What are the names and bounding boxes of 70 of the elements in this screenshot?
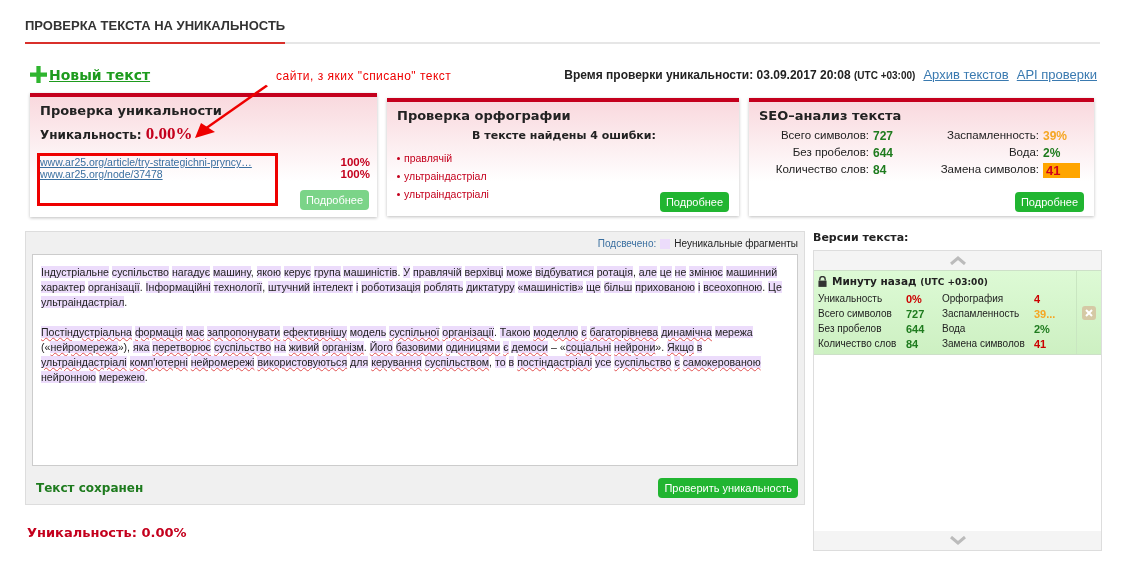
version-stat-value: 0% — [906, 293, 923, 305]
details-button[interactable]: Подробнее — [1014, 192, 1084, 212]
check-uniqueness-button[interactable]: Проверить уникальность — [658, 478, 798, 498]
version-stat-label: Без пробелов — [818, 323, 883, 335]
card-title: SEO–анализ текста — [759, 108, 903, 123]
version-stat-value: 727 — [906, 308, 926, 320]
stat-label: Всего символов: — [779, 129, 869, 143]
version-stat-value: 2% — [1034, 323, 1051, 335]
stat-label: Количество слов: — [774, 163, 869, 177]
scroll-up-button[interactable] — [814, 251, 1101, 270]
stat-label: Замена символов: — [939, 163, 1039, 177]
spelling-error: правлячій — [404, 152, 453, 164]
new-text-link[interactable]: Новый текст — [30, 66, 151, 83]
version-stat-label: Замена символов — [942, 338, 1026, 350]
bullet-icon — [397, 174, 400, 178]
scroll-down-button[interactable] — [814, 531, 1101, 550]
annotation-text: сайти, з яких "списано" текст — [276, 69, 452, 83]
version-stat-value: 39... — [1034, 308, 1057, 320]
stat-value: 727 — [873, 129, 894, 143]
source-percent: 100% — [340, 168, 370, 180]
version-stat-label: Орфография — [942, 293, 1005, 305]
version-stat-label: Количество слов — [818, 338, 898, 350]
stat-label: Вода: — [1007, 146, 1039, 160]
bullet-icon — [397, 192, 400, 196]
text-area[interactable] — [32, 254, 798, 466]
uniqueness-label: Уникальность: — [40, 128, 142, 142]
details-button[interactable]: Подробнее — [659, 192, 729, 212]
check-time: Время проверки уникальности: 03.09.2017 20:08 (UTC +03:00) — [564, 68, 916, 82]
close-icon — [1085, 308, 1093, 317]
nav-link[interactable]: Архив текстов — [923, 67, 1009, 82]
version-stat-value: 4 — [1034, 293, 1042, 305]
version-stat-value: 644 — [906, 323, 926, 335]
stat-value: 2% — [1043, 146, 1061, 160]
versions-title: Версии текста: — [813, 231, 910, 244]
stat-value: 84 — [873, 163, 887, 178]
legend-text: Неуникальные фрагменты — [674, 238, 798, 249]
uniqueness-result: Уникальность: 0.00% — [27, 525, 188, 540]
version-stat-label: Уникальность — [818, 293, 884, 305]
source-link[interactable]: www.ar25.org/article/try-strategichni-pryncy… — [40, 156, 252, 168]
page-title: ПРОВЕРКА ТЕКСТА НА УНИКАЛЬНОСТЬ — [25, 18, 286, 44]
version-stat-value: 41 — [1034, 338, 1048, 350]
card-title: Проверка уникальности — [40, 103, 223, 118]
stat-value: 39% — [1043, 129, 1068, 143]
text-paragraph: Постіндустріальна формація має запропонувати ефективнішу модель суспільної організації. Такою моделлю є багаторівнева динамічна мережа («нейромережа»), яка перетворює суспільство на живий організм. Його базовими одиницями є демоси – «соціальні нейрони». Якщо в ультраіндастріалі комп'ютерні нейромережі використовуються для керування суспільством, то в постіндастріалі усе суспільство є самокерованою нейронною мережею. — [41, 325, 762, 385]
stat-value: 41 — [1043, 163, 1081, 178]
legend-label: Подсвечено: — [597, 238, 657, 249]
version-stat-label: Вода — [942, 323, 967, 335]
version-stat-label: Всего символов — [818, 308, 893, 320]
version-stat-value: 84 — [906, 338, 920, 350]
source-percent: 100% — [340, 156, 370, 168]
chevron-up-icon — [949, 256, 966, 265]
bullet-icon — [397, 156, 400, 160]
delete-button[interactable] — [1082, 305, 1096, 320]
spelling-error: ультраіндастріалі — [404, 188, 489, 200]
version-time: Минуту назад (UTC +03:00) — [832, 275, 988, 287]
stat-label: Без пробелов: — [791, 146, 869, 160]
version-stat-label: Заспамленность — [942, 308, 1021, 320]
card-title: Проверка орфографии — [397, 108, 572, 123]
source-link[interactable]: www.ar25.org/node/37478 — [40, 168, 163, 180]
nav-link[interactable]: API проверки — [1016, 67, 1097, 82]
uniqueness-value: 0.00% — [145, 124, 193, 143]
stat-value: 644 — [873, 146, 894, 160]
version-item[interactable]: Минуту назад (UTC +03:00) Уникальность 0% Орфография 4 Всего символов 727 Заспамленность 39... Без пробелов 644 Вода 2% Количество слов 84 Замена символов 41 — [814, 270, 1101, 355]
plus-icon — [30, 66, 47, 83]
text-paragraph: Індустріальне суспільство нагадує машину, якою керує група машиністів. У правлячій верхівці може відбуватися ротація, але це не змінює машинний характер організації. Інформаційні технології, штучний інтелект і роботизація роблять диктатуру «машиністів» ще більш прихованою і всеохопною. Це ультраіндастріал. — [41, 265, 783, 310]
chevron-down-icon — [949, 536, 966, 545]
spelling-error: ультраіндастріал — [404, 170, 487, 182]
spelling-summary: В тексте найдены 4 ошибки: — [471, 129, 657, 142]
saved-status: Текст сохранен — [36, 481, 144, 495]
stat-label: Заспамленность: — [945, 129, 1039, 143]
